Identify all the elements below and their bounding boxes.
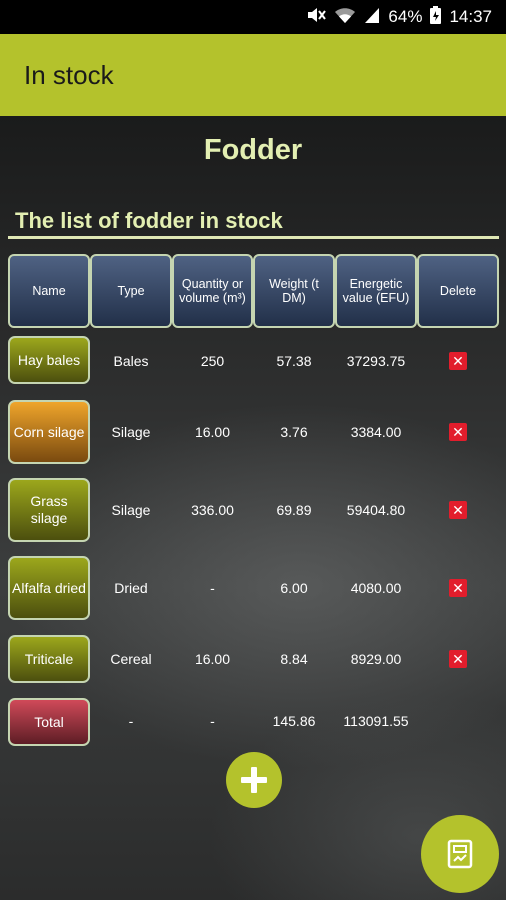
app-bar-title: In stock — [24, 59, 114, 90]
total-energy: 113091.55 — [343, 713, 409, 729]
fodder-energy: 59404.80 — [346, 502, 406, 518]
fodder-quantity: 16.00 — [194, 651, 231, 667]
delete-button[interactable]: ✕ — [449, 579, 467, 597]
fodder-weight: 3.76 — [280, 424, 308, 440]
calculate-button[interactable] — [421, 815, 499, 893]
total-button[interactable]: Total — [8, 698, 90, 746]
fodder-type: Silage — [111, 502, 151, 518]
close-icon: ✕ — [452, 424, 464, 440]
delete-button[interactable]: ✕ — [449, 501, 467, 519]
fodder-type: Cereal — [110, 651, 152, 667]
plus-icon — [241, 767, 267, 793]
fodder-name-button[interactable]: Triticale — [8, 635, 90, 683]
fodder-energy: 8929.00 — [350, 651, 402, 667]
fodder-type: Dried — [114, 580, 148, 596]
close-icon: ✕ — [452, 580, 464, 596]
header-quantity: Quantity or volume (m³) — [172, 254, 253, 328]
fodder-energy: 3384.00 — [350, 424, 402, 440]
wifi-icon — [334, 6, 356, 29]
add-fodder-button[interactable] — [226, 752, 282, 808]
fodder-name-button[interactable]: Alfalfa dried — [8, 556, 90, 620]
fodder-quantity: 250 — [200, 353, 225, 369]
clock: 14:37 — [449, 7, 492, 26]
list-title: The list of fodder in stock — [15, 208, 283, 233]
fodder-quantity: - — [210, 580, 215, 596]
delete-button[interactable]: ✕ — [449, 352, 467, 370]
fodder-name-button[interactable]: Corn silage — [8, 400, 90, 464]
fodder-weight: 6.00 — [280, 580, 308, 596]
fodder-type: Bales — [113, 353, 149, 369]
fodder-quantity: 16.00 — [194, 424, 231, 440]
status-bar: 64% 14:37 — [0, 0, 506, 34]
header-energy: Energetic value (EFU) — [335, 254, 417, 328]
fodder-quantity: 336.00 — [191, 502, 234, 518]
calculator-icon — [447, 839, 473, 869]
close-icon: ✕ — [452, 353, 464, 369]
section-title: Fodder — [203, 134, 303, 166]
total-quantity: - — [210, 713, 215, 729]
header-name: Name — [8, 254, 90, 328]
divider — [8, 236, 499, 239]
fodder-weight: 69.89 — [276, 502, 312, 518]
battery-icon — [430, 5, 442, 29]
delete-button[interactable]: ✕ — [449, 650, 467, 668]
fodder-energy: 4080.00 — [350, 580, 402, 596]
close-icon: ✕ — [452, 651, 464, 667]
header-delete: Delete — [417, 254, 499, 328]
close-icon: ✕ — [452, 502, 464, 518]
battery-percent: 64% — [388, 7, 423, 26]
header-weight: Weight (t DM) — [253, 254, 335, 328]
delete-button[interactable]: ✕ — [449, 423, 467, 441]
signal-icon — [364, 6, 380, 29]
fodder-type: Silage — [111, 424, 151, 440]
fodder-name-button[interactable]: Grass silage — [8, 478, 90, 542]
total-type: - — [128, 713, 134, 729]
fodder-name-button[interactable]: Hay bales — [8, 336, 90, 384]
fodder-weight: 57.38 — [276, 353, 312, 369]
total-weight: 145.86 — [272, 713, 316, 729]
fodder-weight: 8.84 — [280, 651, 308, 667]
app-bar: In stock — [0, 34, 506, 116]
mute-icon — [306, 6, 327, 29]
header-type: Type — [90, 254, 172, 328]
fodder-energy: 37293.75 — [346, 353, 406, 369]
